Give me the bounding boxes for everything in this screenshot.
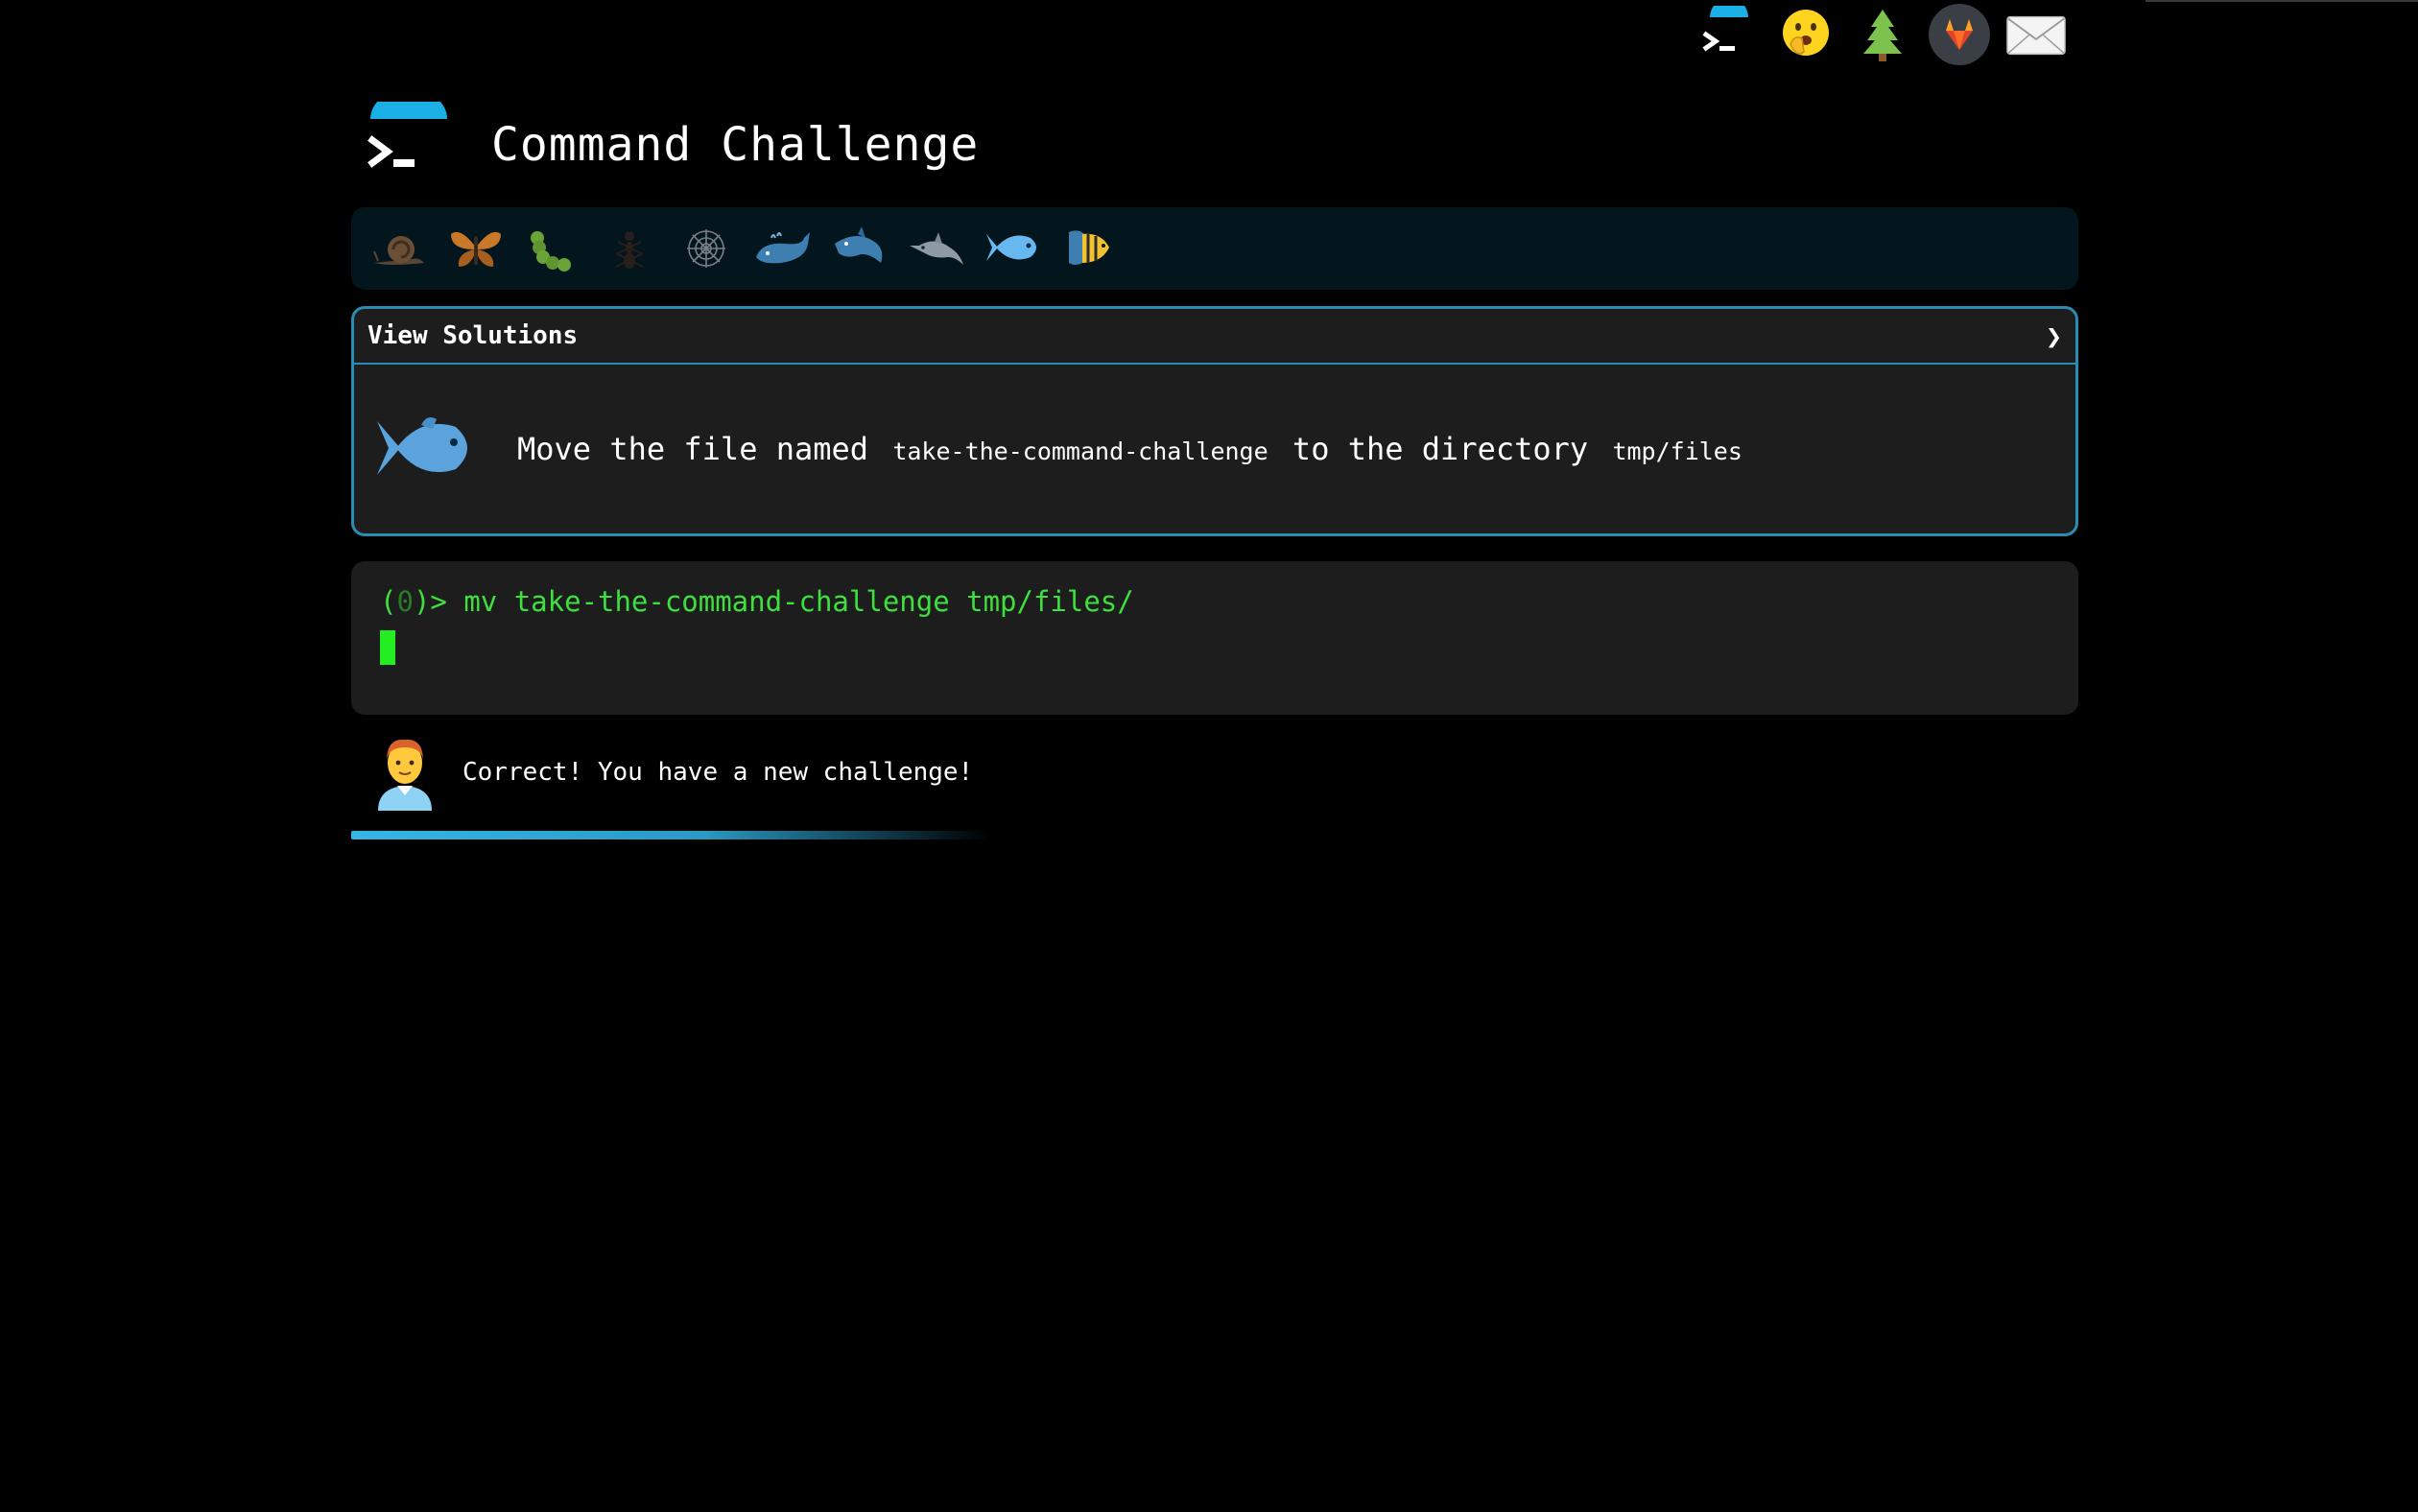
- progress-bar-fill: [351, 831, 990, 839]
- entered-command: mv take-the-command-challenge tmp/files/: [463, 585, 1134, 618]
- shark-icon[interactable]: [821, 214, 898, 283]
- terminal-cursor[interactable]: [380, 630, 395, 665]
- feedback: Correct! You have a new challenge!: [372, 731, 973, 814]
- gitlab-icon[interactable]: [1929, 4, 1990, 65]
- challenge-body: Move the file named take-the-command-cha…: [354, 365, 2075, 533]
- exit-status-code: 0: [396, 585, 414, 618]
- top-nav: [1698, 0, 2067, 69]
- caterpillar-icon[interactable]: [514, 214, 591, 283]
- page-header: Command Challenge: [365, 88, 980, 198]
- terminal-command-line: (0)> mv take-the-command-challenge tmp/f…: [380, 580, 2050, 623]
- man-avatar-icon: [378, 739, 432, 811]
- tropical-fish-icon[interactable]: [1052, 214, 1128, 283]
- dolphin-icon[interactable]: [898, 214, 975, 283]
- challenge-description: Move the file named take-the-command-cha…: [517, 431, 1748, 467]
- challenge-panel: View Solutions ❯ Move the file named tak…: [351, 306, 2078, 536]
- challenge-text-prefix: Move the file named: [517, 431, 869, 467]
- levels-bar: [351, 207, 2078, 290]
- spider-web-icon[interactable]: [668, 214, 745, 283]
- snail-icon[interactable]: [361, 214, 438, 283]
- progress-bar: [351, 831, 2078, 839]
- top-right-divider: [2145, 0, 2418, 2]
- prompt-open: (: [380, 585, 397, 618]
- whale-icon[interactable]: [745, 214, 821, 283]
- view-solutions-label: View Solutions: [367, 321, 579, 350]
- evergreen-tree-icon[interactable]: [1852, 4, 1913, 65]
- terminal-logo-icon[interactable]: [1698, 4, 1760, 65]
- hand-over-mouth-face-icon[interactable]: [1775, 4, 1837, 65]
- view-solutions-toggle[interactable]: View Solutions ❯: [354, 309, 2075, 365]
- ant-icon[interactable]: [591, 214, 668, 283]
- envelope-icon[interactable]: [2005, 4, 2067, 65]
- terminal[interactable]: (0)> mv take-the-command-challenge tmp/f…: [351, 561, 2078, 715]
- butterfly-icon[interactable]: [438, 214, 514, 283]
- challenge-directory: tmp/files: [1612, 437, 1742, 465]
- fish-icon: [377, 417, 467, 475]
- chevron-right-icon[interactable]: ❯: [2046, 320, 2062, 352]
- fish-icon[interactable]: [975, 214, 1052, 283]
- page-title: Command Challenge: [491, 118, 980, 172]
- challenge-text-middle: to the directory: [1292, 431, 1589, 467]
- terminal-logo-icon[interactable]: [365, 88, 451, 188]
- feedback-message: Correct! You have a new challenge!: [462, 758, 974, 787]
- prompt-close: )>: [413, 585, 464, 618]
- challenge-file-name: take-the-command-challenge: [892, 437, 1268, 465]
